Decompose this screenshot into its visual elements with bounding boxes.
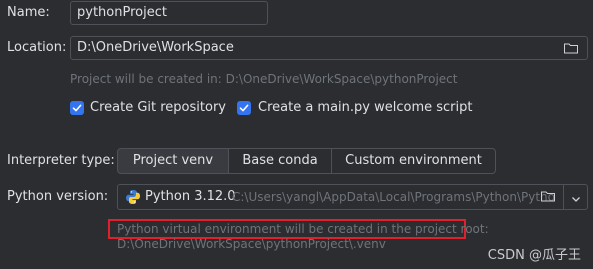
dropdown-divider [563,185,564,209]
folder-icon[interactable] [563,40,579,60]
git-checkbox-label[interactable]: Create Git repository [90,100,226,115]
python-icon [125,189,141,209]
python-version-value: Python 3.12.0 [145,189,236,204]
check-icon [72,104,82,112]
check-icon [239,104,249,112]
venv-note-line2: D:\OneDrive\WorkSpace\pythonProject\.ven… [117,237,386,251]
tab-project-venv[interactable]: Project venv [117,148,229,174]
location-label: Location: [7,40,67,55]
git-checkbox[interactable] [70,101,84,115]
name-label: Name: [7,5,50,20]
location-value: D:\OneDrive\WorkSpace [77,40,234,55]
main-script-checkbox-label[interactable]: Create a main.py welcome script [258,100,472,115]
folder-icon[interactable] [540,188,556,208]
watermark: CSDN @瓜子王 [487,248,581,263]
tab-custom-environment[interactable]: Custom environment [331,148,496,174]
python-version-label: Python version: [7,189,109,204]
main-script-checkbox[interactable] [237,101,251,115]
location-hint: Project will be created in: D:\OneDrive\… [70,72,458,86]
python-version-select[interactable]: Python 3.12.0 C:\Users\yangl\AppData\Loc… [117,184,588,210]
venv-note-line1: Python virtual environment will be creat… [117,222,489,236]
location-input[interactable]: D:\OneDrive\WorkSpace [70,36,588,60]
chevron-down-icon[interactable] [570,191,582,209]
python-path: C:\Users\yangl\AppData\Local\Programs\Py… [232,190,556,204]
interpreter-type-label: Interpreter type: [7,153,115,168]
name-input[interactable]: pythonProject [70,1,268,25]
tab-base-conda[interactable]: Base conda [228,148,332,174]
